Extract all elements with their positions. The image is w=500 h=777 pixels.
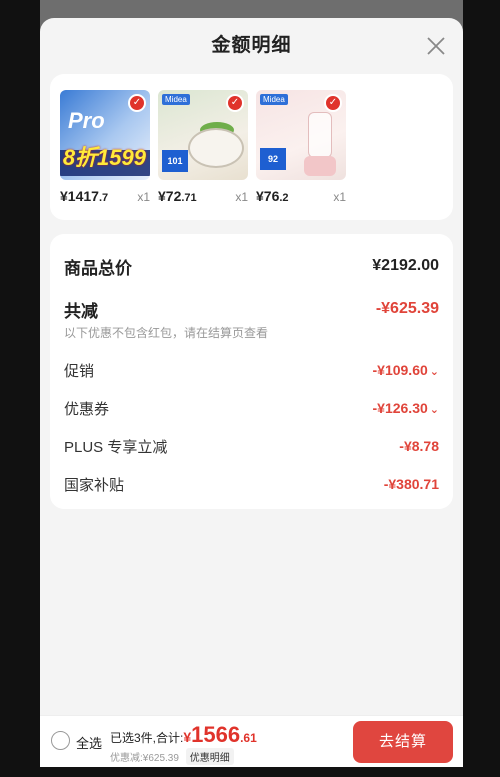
thumb-text: Pro [68,108,105,133]
discount-detail-button[interactable]: 优惠明细 [185,748,234,765]
chevron-down-icon[interactable]: ⌄ [430,403,439,416]
brand-logo: Midea [162,94,190,105]
select-all-radio[interactable] [51,731,70,750]
discount-row-promotion[interactable]: 促销 -¥109.60 ⌄ [64,351,439,389]
checkout-bar: 全选 已选3件,合计:¥1566.61 优惠减:¥625.39 优惠明细 去结算 [40,715,463,767]
selection-summary: 已选3件,合计:¥1566.61 [110,722,257,748]
close-icon[interactable] [425,35,447,57]
blender-jar-image [308,112,332,158]
product-thumbnail[interactable]: Midea 101 ✓ [158,90,248,180]
discount-summary: 优惠减:¥625.39 优惠明细 [110,748,234,765]
right-backdrop [463,0,500,777]
selected-check-icon: ✓ [128,94,146,112]
product-item[interactable]: Midea 101 ✓ ¥72.71 x1 [158,90,250,220]
discount-label: 优惠券 [64,400,110,418]
total-price-row: 商品总价 ¥2192.00 [64,248,439,284]
sheet-header: 金额明细 [40,18,463,74]
total-reduction-label: 共减 [64,301,98,321]
discount-label: 国家补贴 [64,476,125,494]
discount-list: 促销 -¥109.60 ⌄ 优惠券 -¥126.30 ⌄ PLUS 专享立减 -¥8… [64,351,439,503]
discount-value: -¥380.71 [383,476,439,492]
discount-label: 促销 [64,362,95,380]
product-price: ¥1417.7 [60,188,109,204]
discount-row-subsidy: 国家补贴 -¥380.71 [64,465,439,503]
left-backdrop [0,0,40,777]
discount-value: -¥109.60 ⌄ [372,362,440,378]
product-item[interactable]: Midea 92 ✓ ¥76.2 x1 [256,90,348,220]
thumb-price-text: 8折1599 [62,145,146,170]
pot-image [188,128,244,168]
product-item[interactable]: Pro 8折1599 ✓ ¥1417.7 x1 [60,90,152,220]
product-thumbnail[interactable]: Pro 8折1599 ✓ [60,90,150,180]
sheet-title: 金额明细 [211,35,292,56]
total-price-value: ¥2192.00 [372,257,439,274]
selected-count-text: 已选3件,合计: [110,731,184,745]
selected-check-icon: ✓ [226,94,244,112]
total-price-label: 商品总价 [64,258,132,278]
selected-check-icon: ✓ [324,94,342,112]
chevron-down-icon[interactable]: ⌄ [430,365,439,378]
product-list: Pro 8折1599 ✓ ¥1417.7 x1 Midea 101 ✓ ¥72.… [50,74,453,220]
total-reduction-value: -¥625.39 [375,300,439,317]
product-qty: x1 [235,190,248,204]
product-price: ¥76.2 [256,188,289,204]
blender-base-image [304,156,336,176]
reduction-note: 以下优惠不包含红包，请在结算页查看 [64,326,269,340]
product-qty: x1 [333,190,346,204]
discount-row-plus: PLUS 专享立减 -¥8.78 [64,427,439,465]
discount-value: -¥8.78 [399,438,439,454]
discount-summary-text: 优惠减:¥625.39 [110,753,179,764]
promo-badge: 92 [260,148,286,170]
amount-breakdown: 商品总价 ¥2192.00 共减 -¥625.39 以下优惠不包含红包，请在结算… [50,234,453,509]
amount-detail-sheet: 金额明细 Pro 8折1599 ✓ ¥1417.7 x1 Midea 101 ✓… [40,18,463,777]
product-thumbnail[interactable]: Midea 92 ✓ [256,90,346,180]
system-nav-bar [0,767,500,777]
total-reduction-row: 共减 -¥625.39 [64,296,439,322]
grand-total: ¥1566.61 [183,722,257,747]
brand-logo: Midea [260,94,288,105]
product-price: ¥72.71 [158,188,197,204]
checkout-button[interactable]: 去结算 [353,721,453,763]
promo-badge: 101 [162,150,188,172]
select-all-label[interactable]: 全选 [76,733,102,752]
discount-label: PLUS 专享立减 [64,438,168,456]
discount-value: -¥126.30 ⌄ [372,400,440,416]
product-qty: x1 [137,190,150,204]
discount-row-coupon[interactable]: 优惠券 -¥126.30 ⌄ [64,389,439,427]
